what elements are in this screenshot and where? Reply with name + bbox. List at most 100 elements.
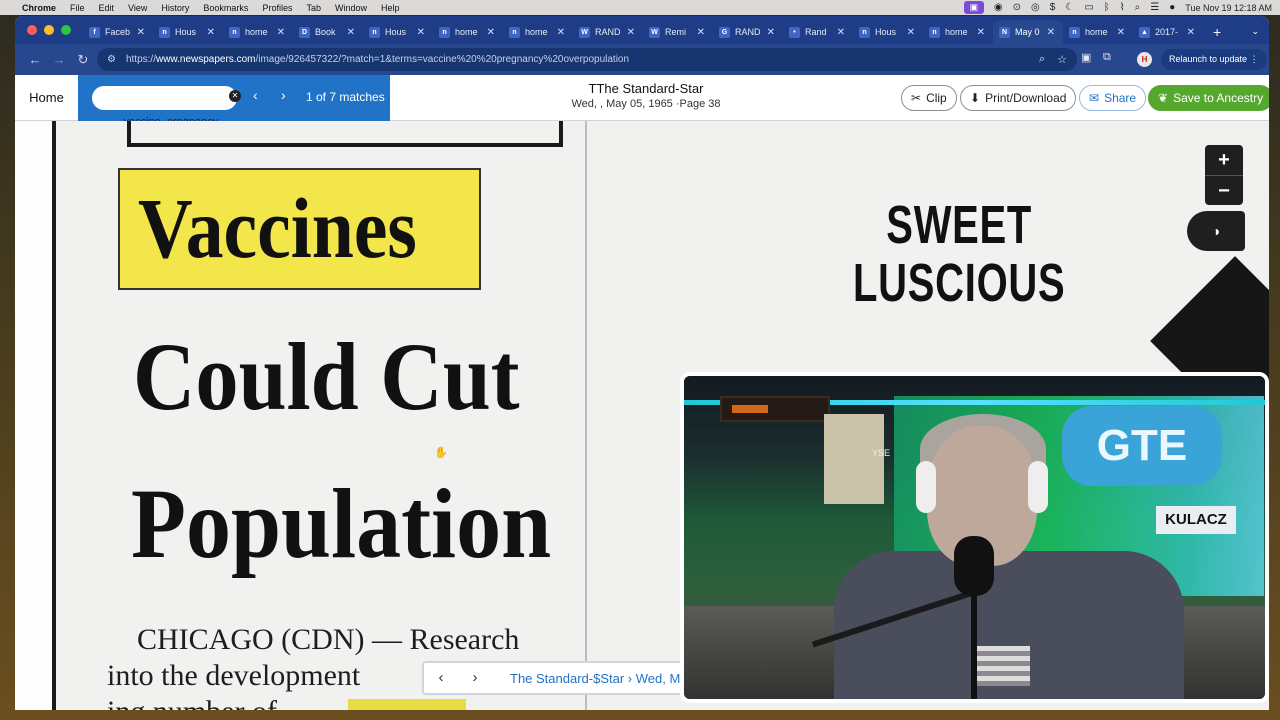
tab-2[interactable]: n home ✕: [223, 20, 293, 44]
webcam-overlay: YSE GTE KULACZ: [680, 372, 1269, 703]
screen-record-icon[interactable]: ▣: [963, 1, 984, 14]
tab-close-icon[interactable]: ✕: [907, 27, 915, 38]
clear-search-icon[interactable]: ✕: [229, 90, 241, 102]
menu-history[interactable]: History: [161, 3, 189, 13]
bluetooth-icon[interactable]: ᛒ: [1104, 2, 1110, 13]
wifi-off-icon[interactable]: ⌇: [1120, 2, 1125, 13]
shield-icon[interactable]: ⊙: [1013, 2, 1021, 13]
tabs-container: f Faceb ✕ n Hous ✕ n home ✕ D Book ✕ n Hous ✕ n home ✕ n ho…: [83, 20, 1203, 44]
url-text[interactable]: https://www.newspapers.com/image/9264573…: [126, 54, 629, 65]
tab-close-icon[interactable]: ✕: [977, 27, 985, 38]
tab-close-icon[interactable]: ✕: [627, 27, 635, 38]
battery-icon[interactable]: ▭: [1084, 2, 1093, 13]
tab-9[interactable]: G RAND ✕: [713, 20, 783, 44]
minimize-window-icon[interactable]: [44, 25, 54, 35]
contrast-toggle-icon[interactable]: ◑: [1187, 211, 1245, 251]
tab-close-icon[interactable]: ✕: [767, 27, 775, 38]
zoom-in-plus-icon[interactable]: +: [1205, 145, 1243, 175]
extension-icon[interactable]: ▣: [1081, 51, 1091, 64]
tab-close-icon[interactable]: ✕: [417, 27, 425, 38]
tab-close-icon[interactable]: ✕: [277, 27, 285, 38]
tab-close-icon[interactable]: ✕: [557, 27, 565, 38]
tab-close-icon[interactable]: ✕: [137, 27, 145, 38]
dollar-icon[interactable]: $: [1050, 2, 1056, 13]
menu-tab[interactable]: Tab: [306, 3, 321, 13]
tab-10[interactable]: • Rand ✕: [783, 20, 853, 44]
tab-close-icon[interactable]: ✕: [1047, 27, 1055, 38]
tab-close-icon[interactable]: ✕: [1187, 27, 1195, 38]
clip-button[interactable]: ✂ Clip: [901, 85, 957, 111]
next-page-chevron-icon[interactable]: ›: [458, 665, 492, 691]
cloud-sync-icon[interactable]: ◉: [994, 2, 1003, 13]
search-match-highlight[interactable]: Vaccines: [118, 168, 481, 290]
tab-15[interactable]: ▲ 2017- ✕: [1133, 20, 1203, 44]
tab-close-icon[interactable]: ✕: [837, 27, 845, 38]
share-button[interactable]: ✉ Share: [1079, 85, 1147, 111]
tab-close-icon[interactable]: ✕: [207, 27, 215, 38]
tab-1[interactable]: n Hous ✕: [153, 20, 223, 44]
menu-clock[interactable]: Tue Nov 19 12:18 AM: [1185, 3, 1272, 13]
inline-match-highlight[interactable]: [348, 699, 466, 710]
tab-13[interactable]: N May 0 ✕: [993, 20, 1063, 44]
tab-0[interactable]: f Faceb ✕: [83, 20, 153, 44]
control-center-icon[interactable]: ☰: [1150, 2, 1159, 13]
eye-icon[interactable]: ◎: [1031, 2, 1040, 13]
reload-icon[interactable]: ↻: [71, 52, 95, 68]
site-settings-icon[interactable]: ⚙: [107, 54, 116, 65]
tab-search-chevron-icon[interactable]: ⌄: [1251, 26, 1259, 37]
zoom-magnifier-icon[interactable]: ⌕: [1039, 53, 1045, 66]
menu-help[interactable]: Help: [381, 3, 400, 13]
tab-3[interactable]: D Book ✕: [293, 20, 363, 44]
share-label: Share: [1104, 91, 1137, 105]
profile-avatar[interactable]: H: [1137, 52, 1152, 67]
tab-close-icon[interactable]: ✕: [487, 27, 495, 38]
tab-favicon-icon: W: [649, 26, 660, 38]
tab-5[interactable]: n home ✕: [433, 20, 503, 44]
tab-title: RAND: [735, 27, 761, 37]
page-breadcrumb[interactable]: The Standard-$Star › Wed, M: [510, 671, 680, 686]
menu-file[interactable]: File: [70, 3, 85, 13]
zoom-out-minus-icon[interactable]: −: [1205, 176, 1243, 206]
menu-view[interactable]: View: [128, 3, 147, 13]
new-tab-plus-icon[interactable]: +: [1213, 24, 1221, 40]
menu-bookmarks[interactable]: Bookmarks: [203, 3, 248, 13]
address-bar[interactable]: ⚙ https://www.newspapers.com/image/92645…: [97, 48, 1077, 71]
tab-8[interactable]: W Remi ✕: [643, 20, 713, 44]
tab-close-icon[interactable]: ✕: [697, 27, 705, 38]
relaunch-to-update-button[interactable]: Relaunch to update ⋮: [1161, 49, 1267, 70]
microphone: [954, 536, 994, 596]
article-border-rule: [127, 121, 563, 147]
tab-11[interactable]: n Hous ✕: [853, 20, 923, 44]
menu-window[interactable]: Window: [335, 3, 367, 13]
tab-close-icon[interactable]: ✕: [1117, 27, 1125, 38]
tab-4[interactable]: n Hous ✕: [363, 20, 433, 44]
home-link[interactable]: Home: [15, 75, 78, 121]
toolbar: ← → ↻ ⚙ https://www.newspapers.com/image…: [15, 44, 1269, 75]
headphone-left: [916, 461, 936, 513]
print-download-button[interactable]: ⬇ Print/Download: [960, 85, 1077, 111]
siri-icon[interactable]: ●: [1169, 2, 1175, 13]
extensions-puzzle-icon[interactable]: ⧉: [1103, 51, 1111, 64]
back-arrow-icon[interactable]: ←: [23, 52, 47, 67]
search-terms-input[interactable]: vaccine pregnancy ✕: [92, 86, 241, 128]
bookmark-star-icon[interactable]: ☆: [1057, 53, 1067, 66]
close-window-icon[interactable]: [27, 25, 37, 35]
previous-match-chevron-icon[interactable]: ‹: [253, 87, 258, 103]
tab-6[interactable]: n home ✕: [503, 20, 573, 44]
match-count: 1 of 7 matches: [306, 90, 385, 104]
tab-7[interactable]: W RAND ✕: [573, 20, 643, 44]
next-match-chevron-icon[interactable]: ›: [281, 87, 286, 103]
zoom-window-icon[interactable]: [61, 25, 71, 35]
tab-close-icon[interactable]: ✕: [347, 27, 355, 38]
publication-title[interactable]: TThe Standard-Star: [535, 81, 757, 96]
tab-14[interactable]: n home ✕: [1063, 20, 1133, 44]
moon-icon[interactable]: ☾: [1065, 2, 1074, 13]
menu-profiles[interactable]: Profiles: [262, 3, 292, 13]
previous-page-chevron-icon[interactable]: ‹: [424, 665, 458, 691]
menu-edit[interactable]: Edit: [99, 3, 115, 13]
forward-arrow-icon[interactable]: →: [47, 52, 71, 67]
menu-app-name[interactable]: Chrome: [22, 3, 56, 13]
tab-12[interactable]: n home ✕: [923, 20, 993, 44]
save-to-ancestry-button[interactable]: ❦ Save to Ancestry: [1148, 85, 1269, 111]
search-icon[interactable]: ⌕: [1135, 2, 1141, 13]
